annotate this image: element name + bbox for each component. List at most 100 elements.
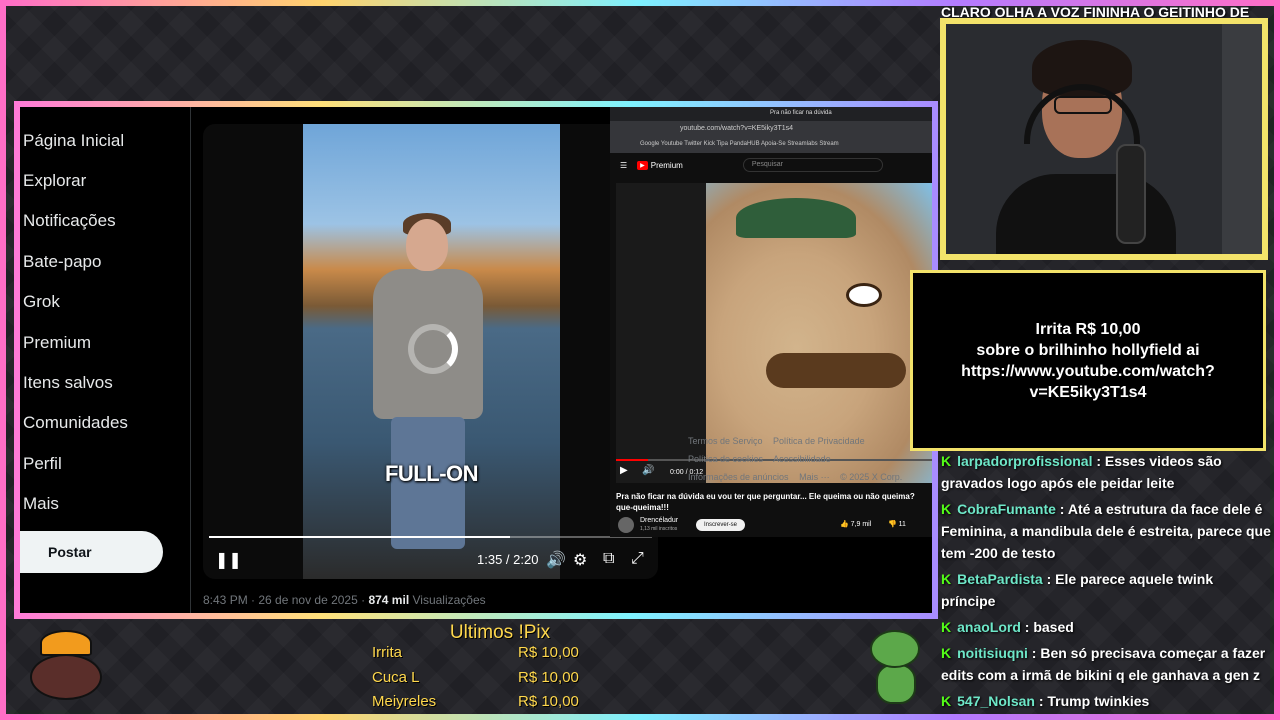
chat-username: noitisiuqni — [957, 645, 1028, 661]
kick-icon: K — [941, 453, 952, 469]
chat-message: K 547_Nolsan : Trump twinkies — [941, 690, 1271, 712]
video-caption: FULL-ON — [384, 461, 479, 486]
chat-text: : Trump twinkies — [1034, 693, 1150, 709]
webcam-frame — [940, 18, 1268, 260]
volume-icon[interactable]: 🔊 — [546, 550, 566, 570]
nav-item-notifications[interactable]: Notificações — [23, 211, 116, 231]
alert-line-2: sobre o brilhinho hollyfield ai — [976, 341, 1200, 359]
nav-item-bookmarks[interactable]: Itens salvos — [23, 373, 113, 393]
nav-item-profile[interactable]: Perfil — [23, 454, 62, 474]
pix-amount: R$ 10,00 — [518, 668, 579, 686]
footer-link-ads[interactable]: Informações de anúncios — [688, 472, 789, 482]
chat-username: larpadorprofissional — [957, 453, 1093, 469]
chat-text: : based — [1020, 619, 1074, 635]
chat-username: BetaPardista — [957, 571, 1043, 587]
footer-link-more[interactable]: Mais ··· — [799, 472, 830, 482]
chat-message: K CobraFumante : Até a estrutura da face … — [941, 498, 1271, 564]
video-person — [373, 213, 483, 549]
video-time-readout: 1:35 / 2:20 — [477, 552, 539, 567]
pix-row: Irrita R$ 10,00 — [360, 644, 640, 669]
settings-gear-icon[interactable]: ⚙ — [573, 550, 587, 570]
chat-message: K BetaPardista : Ele parece aquele twink … — [941, 568, 1271, 612]
pip-icon[interactable]: ⧉ — [603, 550, 614, 568]
chat-username: 547_Nolsan — [957, 693, 1035, 709]
browser-tab[interactable]: Pra não ficar na dúvida — [610, 107, 932, 121]
screen-capture-frame: Página Inicial Explorar Notificações Bat… — [14, 101, 938, 619]
menu-icon[interactable]: ☰ — [620, 161, 627, 170]
pix-donor: Irrita — [372, 644, 402, 661]
like-button[interactable]: 👍 7,9 mil — [840, 520, 871, 528]
post-button[interactable]: Postar — [20, 531, 163, 573]
tweet-views-label: Visualizações — [409, 593, 486, 607]
pix-amount: R$ 10,00 — [518, 693, 579, 710]
tweet-video-player[interactable]: FULL-ON ❚❚ 1:35 / 2:20 🔊 ⚙ ⧉ ⤢ — [203, 124, 658, 579]
bookshelf — [1222, 24, 1262, 254]
screen-capture: Página Inicial Explorar Notificações Bat… — [20, 107, 932, 613]
kick-icon: K — [941, 619, 952, 635]
youtube-logo-icon[interactable]: ▶ — [637, 160, 648, 170]
streamer-body — [996, 174, 1176, 254]
chat-message: Klarpadorprofissional : Esses videos são… — [941, 450, 1271, 494]
video-progress-fill — [209, 536, 511, 538]
footer-link-cookies[interactable]: Política de cookies — [688, 454, 763, 464]
pix-donor: Meiyreles — [372, 693, 437, 710]
chat-username: anaoLord — [957, 619, 1021, 635]
dislike-button[interactable]: 👎 11 — [888, 520, 906, 528]
youtube-header: ☰ ▶ Premium Pesquisar — [610, 153, 932, 177]
nav-item-premium[interactable]: Premium — [23, 333, 91, 353]
footer-link-terms[interactable]: Termos de Serviço — [688, 436, 763, 446]
channel-subscribers: 1,13 mil inscritos — [640, 526, 678, 532]
dislike-count: 11 — [898, 521, 906, 528]
browser-address-bar[interactable]: youtube.com/watch?v=KE5iky3T1s4 — [610, 121, 932, 139]
nav-item-communities[interactable]: Comunidades — [23, 413, 128, 433]
x-footer-links: Termos de Serviço Política de Privacidad… — [688, 432, 918, 486]
pix-row: Cuca L R$ 10,00 — [360, 669, 640, 694]
pix-leaderboard: Ultimos !Pix Irrita R$ 10,00 Cuca L R$ 10,… — [360, 622, 640, 718]
chat-message: Knoitisiuqni : Ben só precisava começar … — [941, 642, 1271, 686]
channel-name[interactable]: Drencéladur — [640, 517, 678, 524]
bookmarks-bar[interactable]: Google Youtube Twitter Kick Tipa PandaHU… — [610, 139, 932, 153]
alert-line-3: https://www.youtube.com/watch? — [961, 362, 1215, 380]
pepe-frog-icon — [866, 630, 924, 706]
headset — [1024, 84, 1140, 144]
youtube-logo-text[interactable]: Premium — [651, 161, 683, 170]
mascot-character-icon — [26, 630, 106, 702]
nav-item-home[interactable]: Página Inicial — [23, 131, 124, 151]
nav-item-chat[interactable]: Bate-papo — [23, 252, 101, 272]
youtube-video-title: Pra não ficar na dúvida eu vou ter que p… — [616, 492, 915, 512]
nav-divider — [190, 107, 191, 613]
video-progress-bar[interactable] — [209, 536, 652, 538]
chat-username: CobraFumante — [957, 501, 1056, 517]
tweet-timestamp: 8:43 PM · 26 de nov de 2025 · — [203, 593, 369, 607]
kick-chat: Klarpadorprofissional : Esses videos são… — [941, 450, 1271, 716]
kick-icon: K — [941, 501, 952, 517]
nav-item-explore[interactable]: Explorar — [23, 171, 86, 191]
nav-item-more[interactable]: Mais — [23, 494, 59, 514]
nav-item-grok[interactable]: Grok — [23, 292, 60, 312]
pix-donor: Cuca L — [372, 668, 420, 686]
alert-line-1: Irrita R$ 10,00 — [1035, 320, 1141, 338]
kick-icon: K — [941, 693, 952, 709]
webcam-feed — [946, 24, 1262, 254]
footer-link-privacy[interactable]: Política de Privacidade — [773, 436, 865, 446]
pause-icon[interactable]: ❚❚ — [215, 550, 242, 570]
donation-alert: Irrita R$ 10,00 sobre o brilhinho hollyf… — [910, 270, 1266, 451]
x-sidebar-nav: Página Inicial Explorar Notificações Bat… — [20, 107, 190, 613]
microphone — [1116, 144, 1146, 244]
footer-copyright: © 2025 X Corp. — [840, 472, 903, 482]
youtube-play-icon[interactable]: ▶ — [620, 465, 628, 476]
tweet-meta: 8:43 PM · 26 de nov de 2025 · 874 mil Vi… — [203, 593, 486, 607]
channel-avatar[interactable] — [618, 517, 634, 533]
subscribe-button[interactable]: Inscrever-se — [696, 519, 746, 531]
alert-line-4: v=KE5iky3T1s4 — [1029, 383, 1147, 401]
pix-amount: R$ 10,00 — [518, 644, 579, 661]
pix-row: Meiyreles R$ 10,00 — [360, 693, 640, 718]
footer-link-accessibility[interactable]: Acessibilidade — [773, 454, 831, 464]
pix-title: Ultimos !Pix — [449, 622, 551, 643]
like-count: 7,9 mil — [850, 521, 872, 528]
youtube-search-input[interactable]: Pesquisar — [742, 158, 883, 172]
fullscreen-icon[interactable]: ⤢ — [631, 550, 644, 568]
kick-icon: K — [941, 645, 952, 661]
youtube-volume-icon[interactable]: 🔊 — [642, 465, 654, 476]
chat-message: KanaoLord : based — [941, 616, 1271, 638]
